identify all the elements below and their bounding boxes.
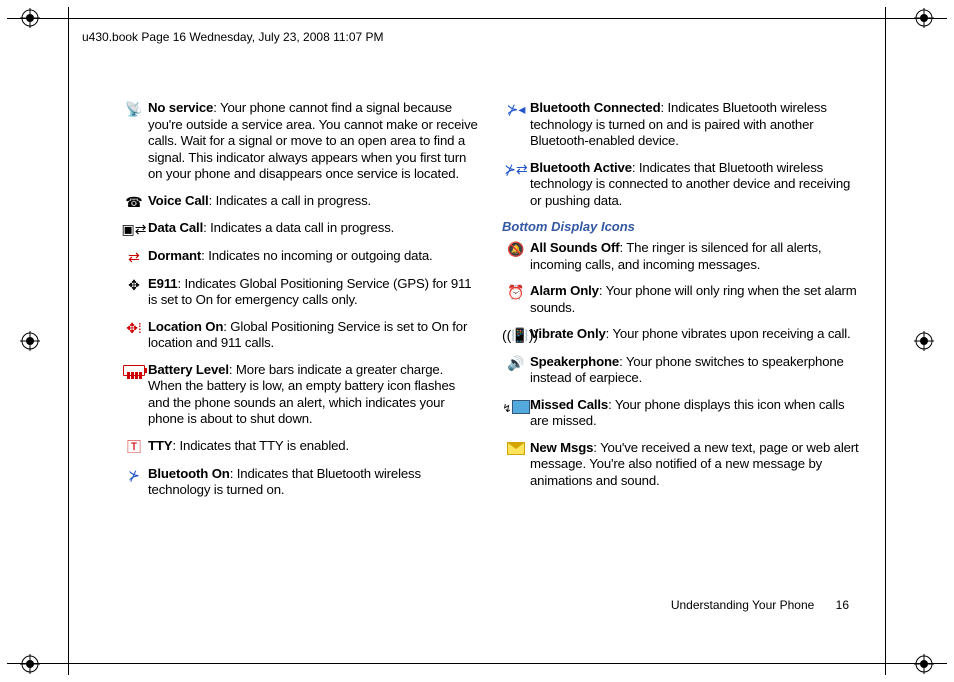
term-name: New Msgs [530, 440, 593, 455]
definition-item: 📡No service: Your phone cannot find a si… [120, 100, 478, 183]
registration-mark-icon [20, 8, 40, 28]
term-name: No service [148, 100, 213, 115]
term-description: : Indicates a data call in progress. [203, 220, 394, 235]
definition-item: Battery Level: More bars indicate a grea… [120, 362, 478, 428]
term-name: Bluetooth On [148, 466, 230, 481]
status-icon [502, 440, 530, 458]
definition-text: Missed Calls: Your phone displays this i… [530, 397, 860, 430]
definition-item: ▣⇄Data Call: Indicates a data call in pr… [120, 220, 478, 238]
crop-mark-bottom [7, 663, 947, 664]
term-description: : Indicates no incoming or outgoing data… [201, 248, 432, 263]
definition-item: ☎Voice Call: Indicates a call in progres… [120, 193, 478, 211]
page-footer: Understanding Your Phone 16 [671, 598, 849, 612]
term-name: Data Call [148, 220, 203, 235]
registration-mark-icon [20, 654, 40, 674]
term-name: Bluetooth Connected [530, 100, 660, 115]
term-name: Speakerphone [530, 354, 619, 369]
subheading: Bottom Display Icons [502, 219, 860, 234]
term-name: E911 [148, 276, 177, 291]
term-name: TTY [148, 438, 172, 453]
definition-item: 🔊Speakerphone: Your phone switches to sp… [502, 354, 860, 387]
status-icon: ⊁◂ [502, 100, 530, 118]
crop-mark-left [68, 7, 69, 675]
footer-section: Understanding Your Phone [671, 598, 814, 612]
definition-text: No service: Your phone cannot find a sig… [148, 100, 478, 183]
definition-text: Location On: Global Positioning Service … [148, 319, 478, 352]
status-icon: 🔕 [502, 240, 530, 258]
definition-text: E911: Indicates Global Positioning Servi… [148, 276, 478, 309]
definition-item: New Msgs: You've received a new text, pa… [502, 440, 860, 490]
registration-mark-icon [914, 331, 934, 351]
definition-text: New Msgs: You've received a new text, pa… [530, 440, 860, 490]
definition-item: 🅃TTY: Indicates that TTY is enabled. [120, 438, 478, 456]
status-icon: ↯ [502, 397, 530, 416]
left-column: 📡No service: Your phone cannot find a si… [120, 100, 478, 509]
definition-item: ⇄Dormant: Indicates no incoming or outgo… [120, 248, 478, 266]
status-icon: 🔊 [502, 354, 530, 372]
term-name: Dormant [148, 248, 201, 263]
crop-mark-top [7, 18, 947, 19]
term-name: All Sounds Off [530, 240, 619, 255]
term-name: Vibrate Only [530, 326, 606, 341]
term-name: Missed Calls [530, 397, 608, 412]
status-icon: ⏰ [502, 283, 530, 301]
status-icon: 📡 [120, 100, 148, 118]
definition-item: ✥E911: Indicates Global Positioning Serv… [120, 276, 478, 309]
term-description: : Indicates that TTY is enabled. [172, 438, 349, 453]
status-icon: ⊁⇄ [502, 160, 530, 178]
footer-page-number: 16 [836, 598, 849, 612]
term-description: : Indicates Global Positioning Service (… [148, 276, 471, 308]
definition-item: ⏰Alarm Only: Your phone will only ring w… [502, 283, 860, 316]
definition-text: Bluetooth Connected: Indicates Bluetooth… [530, 100, 860, 150]
definition-item: ✥⁞Location On: Global Positioning Servic… [120, 319, 478, 352]
definition-item: ((📳))Vibrate Only: Your phone vibrates u… [502, 326, 860, 344]
definition-text: Speakerphone: Your phone switches to spe… [530, 354, 860, 387]
definition-item: ↯Missed Calls: Your phone displays this … [502, 397, 860, 430]
status-icon: ⇄ [120, 248, 148, 266]
definition-item: ⊁Bluetooth On: Indicates that Bluetooth … [120, 466, 478, 499]
definition-text: Vibrate Only: Your phone vibrates upon r… [530, 326, 860, 343]
definition-text: TTY: Indicates that TTY is enabled. [148, 438, 478, 455]
definition-text: Dormant: Indicates no incoming or outgoi… [148, 248, 478, 265]
definition-text: Bluetooth Active: Indicates that Bluetoo… [530, 160, 860, 210]
status-icon: ▣⇄ [120, 220, 148, 238]
definition-item: ⊁⇄Bluetooth Active: Indicates that Bluet… [502, 160, 860, 210]
crop-mark-right [885, 7, 886, 675]
registration-mark-icon [20, 331, 40, 351]
definition-text: Battery Level: More bars indicate a grea… [148, 362, 478, 428]
page-header: u430.book Page 16 Wednesday, July 23, 20… [82, 30, 384, 44]
registration-mark-icon [914, 654, 934, 674]
status-icon: ✥ [120, 276, 148, 294]
definition-text: All Sounds Off: The ringer is silenced f… [530, 240, 860, 273]
term-name: Voice Call [148, 193, 209, 208]
definition-item: 🔕All Sounds Off: The ringer is silenced … [502, 240, 860, 273]
definition-text: Alarm Only: Your phone will only ring wh… [530, 283, 860, 316]
status-icon [120, 362, 148, 381]
status-icon: ✥⁞ [120, 319, 148, 337]
content-columns: 📡No service: Your phone cannot find a si… [120, 100, 860, 509]
status-icon: ⊁ [120, 466, 148, 484]
definition-text: Voice Call: Indicates a call in progress… [148, 193, 478, 210]
definition-item: ⊁◂Bluetooth Connected: Indicates Bluetoo… [502, 100, 860, 150]
status-icon: 🅃 [120, 438, 148, 456]
term-name: Battery Level [148, 362, 229, 377]
right-column: ⊁◂Bluetooth Connected: Indicates Bluetoo… [502, 100, 860, 509]
registration-mark-icon [914, 8, 934, 28]
definition-text: Data Call: Indicates a data call in prog… [148, 220, 478, 237]
status-icon: ☎ [120, 193, 148, 211]
term-name: Location On [148, 319, 223, 334]
term-name: Alarm Only [530, 283, 599, 298]
definition-text: Bluetooth On: Indicates that Bluetooth w… [148, 466, 478, 499]
term-name: Bluetooth Active [530, 160, 632, 175]
term-description: : Your phone vibrates upon receiving a c… [606, 326, 851, 341]
status-icon: ((📳)) [502, 326, 530, 344]
term-description: : Indicates a call in progress. [209, 193, 371, 208]
